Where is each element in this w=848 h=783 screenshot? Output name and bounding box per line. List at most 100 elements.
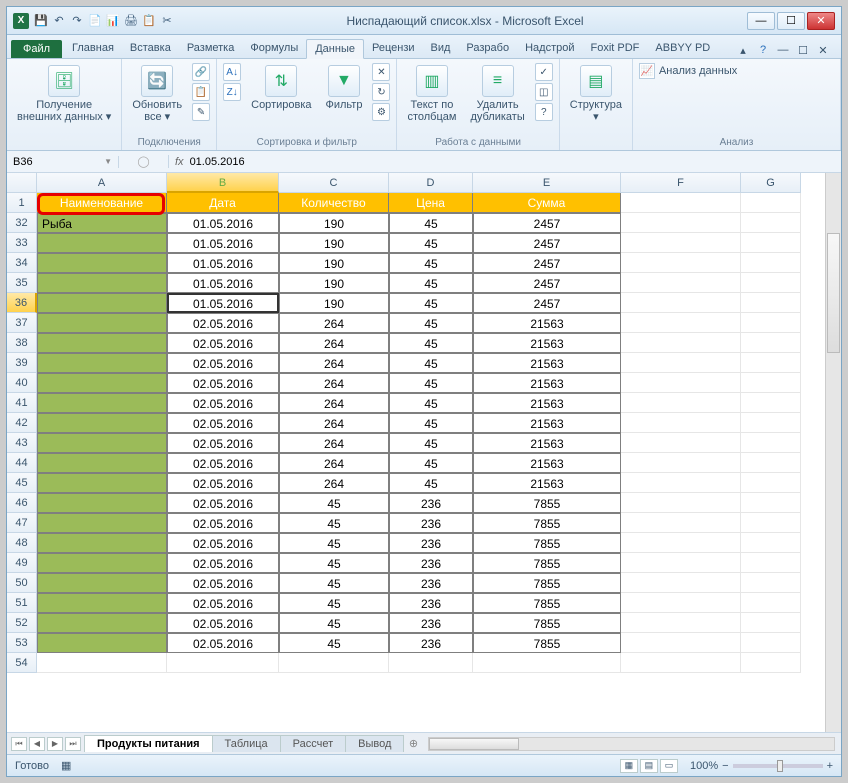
cell-c[interactable]: 264 xyxy=(279,313,389,333)
cell-d[interactable]: 45 xyxy=(389,253,473,273)
cell-c[interactable]: 264 xyxy=(279,353,389,373)
data-analysis-button[interactable]: 📈 Анализ данных xyxy=(639,63,737,79)
qat-button[interactable]: 💾 xyxy=(33,13,49,29)
macro-icon[interactable]: ▦ xyxy=(61,759,71,772)
cell[interactable] xyxy=(621,273,741,293)
cell-e[interactable]: 21563 xyxy=(473,373,621,393)
cell-d[interactable]: 45 xyxy=(389,473,473,493)
cell-e[interactable]: 2457 xyxy=(473,233,621,253)
sheet-tab[interactable]: Вывод xyxy=(345,735,404,752)
data-validation-icon[interactable]: ✓ xyxy=(535,63,553,81)
row-header[interactable]: 46 xyxy=(7,493,37,513)
cell-b[interactable]: 02.05.2016 xyxy=(167,413,279,433)
tab-file[interactable]: Файл xyxy=(11,40,62,58)
cell[interactable] xyxy=(741,553,801,573)
structure-button[interactable]: ▤ Структура ▾ xyxy=(566,63,626,125)
cell-e[interactable]: 21563 xyxy=(473,473,621,493)
cell-b[interactable]: 01.05.2016 xyxy=(167,253,279,273)
name-box[interactable]: B36 ▼ xyxy=(7,156,119,168)
cell-b[interactable]: 02.05.2016 xyxy=(167,533,279,553)
ribbon-tab[interactable]: Данные xyxy=(306,39,364,59)
row-header[interactable]: 39 xyxy=(7,353,37,373)
sort-desc-icon[interactable]: Z↓ xyxy=(223,83,241,101)
cell[interactable] xyxy=(279,653,389,673)
cell[interactable] xyxy=(473,653,621,673)
row-header[interactable]: 34 xyxy=(7,253,37,273)
cell[interactable] xyxy=(621,613,741,633)
cell-d[interactable]: 45 xyxy=(389,413,473,433)
cell-c[interactable]: 190 xyxy=(279,213,389,233)
help-icon[interactable]: ? xyxy=(755,42,771,58)
filter-button[interactable]: ▼ Фильтр xyxy=(322,63,367,113)
qat-button[interactable]: ↷ xyxy=(69,13,85,29)
cell-e[interactable]: 7855 xyxy=(473,593,621,613)
cell-e[interactable]: 7855 xyxy=(473,553,621,573)
cell-b[interactable]: 02.05.2016 xyxy=(167,453,279,473)
cell[interactable] xyxy=(741,573,801,593)
row-header[interactable]: 50 xyxy=(7,573,37,593)
sort-asc-icon[interactable]: A↓ xyxy=(223,63,241,81)
row-header[interactable]: 33 xyxy=(7,233,37,253)
cell[interactable] xyxy=(621,553,741,573)
consolidate-icon[interactable]: ◫ xyxy=(535,83,553,101)
cell-d[interactable]: 236 xyxy=(389,533,473,553)
cell-d[interactable]: 45 xyxy=(389,453,473,473)
whatif-icon[interactable]: ? xyxy=(535,103,553,121)
cell-e[interactable]: 7855 xyxy=(473,573,621,593)
cell[interactable] xyxy=(741,313,801,333)
cell-c[interactable]: 45 xyxy=(279,553,389,573)
spreadsheet-grid[interactable]: ABCDEFG1НаименованиеДатаКоличествоЦенаСу… xyxy=(7,173,841,732)
fx-icon[interactable]: fx xyxy=(175,156,184,168)
row-header[interactable]: 36 xyxy=(7,293,37,313)
cell-b[interactable]: 01.05.2016 xyxy=(167,273,279,293)
cell[interactable] xyxy=(621,433,741,453)
cell[interactable] xyxy=(741,613,801,633)
cell[interactable] xyxy=(741,473,801,493)
cell[interactable] xyxy=(621,193,741,213)
cell-d[interactable]: 236 xyxy=(389,613,473,633)
cell-b[interactable]: 02.05.2016 xyxy=(167,373,279,393)
cell-a[interactable] xyxy=(37,313,167,333)
cell[interactable] xyxy=(621,373,741,393)
edit-links-icon[interactable]: ✎ xyxy=(192,103,210,121)
column-header[interactable]: G xyxy=(741,173,801,193)
row-header[interactable]: 51 xyxy=(7,593,37,613)
normal-view-button[interactable]: ▦ xyxy=(620,759,638,773)
cell-d[interactable]: 45 xyxy=(389,433,473,453)
cell-c[interactable]: 45 xyxy=(279,493,389,513)
column-header[interactable]: E xyxy=(473,173,621,193)
cell-a[interactable] xyxy=(37,473,167,493)
cell-a[interactable] xyxy=(37,533,167,553)
cell-c[interactable]: 45 xyxy=(279,633,389,653)
cell-d[interactable]: 45 xyxy=(389,233,473,253)
cell[interactable] xyxy=(621,633,741,653)
sheet-nav-first[interactable]: ⏮ xyxy=(11,737,27,751)
cell-e[interactable]: 7855 xyxy=(473,633,621,653)
cell-c[interactable]: 190 xyxy=(279,233,389,253)
cell[interactable] xyxy=(621,253,741,273)
cell-b[interactable]: 02.05.2016 xyxy=(167,473,279,493)
cell[interactable] xyxy=(741,333,801,353)
column-header[interactable]: C xyxy=(279,173,389,193)
cell-a[interactable] xyxy=(37,373,167,393)
ribbon-tab[interactable]: Foxit PDF xyxy=(583,39,648,58)
cell[interactable] xyxy=(741,293,801,313)
cell-e[interactable]: 21563 xyxy=(473,413,621,433)
cell[interactable] xyxy=(741,273,801,293)
cell-c[interactable]: 264 xyxy=(279,453,389,473)
cell[interactable] xyxy=(741,633,801,653)
row-header[interactable]: 37 xyxy=(7,313,37,333)
new-sheet-button[interactable]: ⊕ xyxy=(404,737,422,750)
cell-d[interactable]: 45 xyxy=(389,293,473,313)
zoom-out-button[interactable]: − xyxy=(722,760,728,772)
clear-filter-icon[interactable]: ✕ xyxy=(372,63,390,81)
qat-button[interactable]: 📋 xyxy=(141,13,157,29)
cell[interactable] xyxy=(621,393,741,413)
doc-minimize-button[interactable]: — xyxy=(775,42,791,58)
get-external-data-button[interactable]: 🗄 Получение внешних данных ▾ xyxy=(13,63,115,125)
cell-a[interactable]: Рыба xyxy=(37,213,167,233)
cell-c[interactable]: 264 xyxy=(279,473,389,493)
cell-b[interactable]: 02.05.2016 xyxy=(167,493,279,513)
formula-value[interactable]: 01.05.2016 xyxy=(190,156,245,168)
cell-d[interactable]: 236 xyxy=(389,633,473,653)
